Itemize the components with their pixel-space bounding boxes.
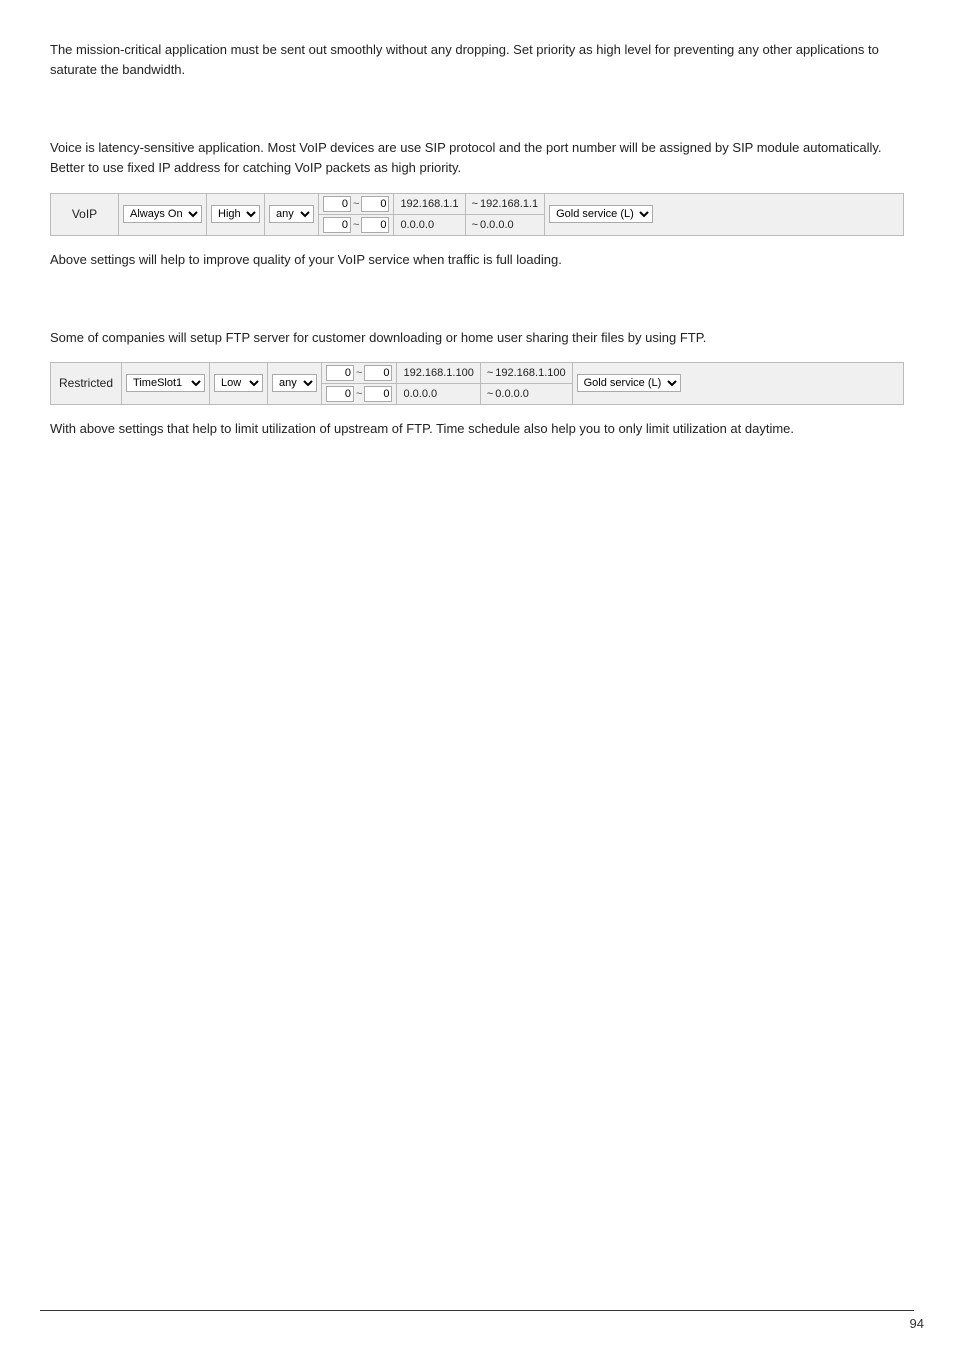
page-number: 94: [910, 1316, 924, 1331]
voip-port-row2: ~: [319, 215, 393, 235]
voip-label: VoIP: [51, 194, 119, 235]
voip-ports: ~ ~: [319, 194, 394, 235]
ftp-dst-ip-row2: ~ 0.0.0.0: [481, 384, 572, 404]
ftp-priority-select[interactable]: High Low: [214, 374, 263, 392]
ftp-port-row2: ~: [322, 384, 396, 404]
ftp-port1-to[interactable]: [364, 365, 392, 381]
section1: The mission-critical application must be…: [50, 40, 904, 80]
ftp-table-row: Restricted Always On TimeSlot1 High Low …: [50, 362, 904, 405]
ftp-port2-to[interactable]: [364, 386, 392, 402]
ftp-protocol-select[interactable]: any tcp udp: [272, 374, 317, 392]
voip-src-ip: 192.168.1.1 0.0.0.0: [394, 194, 465, 235]
ftp-port1-from[interactable]: [326, 365, 354, 381]
ftp-ports: ~ ~: [322, 363, 397, 404]
ftp-schedule-cell: Always On TimeSlot1: [122, 363, 210, 404]
voip-src-ip-row2: 0.0.0.0: [394, 215, 464, 235]
ftp-port2-from[interactable]: [326, 386, 354, 402]
section3: Some of companies will setup FTP server …: [50, 328, 904, 439]
section2-text: Voice is latency-sensitive application. …: [50, 138, 904, 178]
voip-dst-ip-row1: ~ 192.168.1.1: [466, 194, 545, 215]
voip-schedule-select[interactable]: Always On TimeSlot1: [123, 205, 202, 223]
voip-dst-ip: ~ 192.168.1.1 ~ 0.0.0.0: [466, 194, 546, 235]
section1-text: The mission-critical application must be…: [50, 40, 904, 80]
section3-text: Some of companies will setup FTP server …: [50, 328, 904, 348]
voip-dst-ip-row2: ~ 0.0.0.0: [466, 215, 545, 235]
voip-priority-select[interactable]: High Low: [211, 205, 260, 223]
ftp-schedule-select[interactable]: Always On TimeSlot1: [126, 374, 205, 392]
voip-port2-from[interactable]: [323, 217, 351, 233]
ftp-dst-ip-row1: ~ 192.168.1.100: [481, 363, 572, 384]
section2-after-text: Above settings will help to improve qual…: [50, 250, 904, 270]
ftp-protocol-cell: any tcp udp: [268, 363, 322, 404]
ftp-service-cell: Gold service (L) Silver service Bronze s…: [573, 363, 685, 404]
voip-service-select[interactable]: Gold service (L) Silver service Bronze s…: [549, 205, 653, 223]
voip-table-row: VoIP Always On TimeSlot1 High Low any tc…: [50, 193, 904, 236]
ftp-priority-cell: High Low: [210, 363, 268, 404]
ftp-src-ip-row2: 0.0.0.0: [397, 384, 479, 404]
voip-schedule-cell: Always On TimeSlot1: [119, 194, 207, 235]
ftp-service-select[interactable]: Gold service (L) Silver service Bronze s…: [577, 374, 681, 392]
voip-priority-cell: High Low: [207, 194, 265, 235]
voip-protocol-select[interactable]: any tcp udp: [269, 205, 314, 223]
voip-port-row1: ~: [319, 194, 393, 215]
voip-port1-to[interactable]: [361, 196, 389, 212]
voip-protocol-cell: any tcp udp: [265, 194, 319, 235]
voip-src-ip-row1: 192.168.1.1: [394, 194, 464, 215]
ftp-port-row1: ~: [322, 363, 396, 384]
voip-port1-from[interactable]: [323, 196, 351, 212]
ftp-src-ip-row1: 192.168.1.100: [397, 363, 479, 384]
section2: Voice is latency-sensitive application. …: [50, 138, 904, 269]
voip-service-cell: Gold service (L) Silver service Bronze s…: [545, 194, 657, 235]
section3-after-text: With above settings that help to limit u…: [50, 419, 904, 439]
page-divider: [40, 1310, 914, 1311]
voip-port2-to[interactable]: [361, 217, 389, 233]
ftp-dst-ip: ~ 192.168.1.100 ~ 0.0.0.0: [481, 363, 573, 404]
ftp-src-ip: 192.168.1.100 0.0.0.0: [397, 363, 480, 404]
ftp-label: Restricted: [51, 363, 122, 404]
